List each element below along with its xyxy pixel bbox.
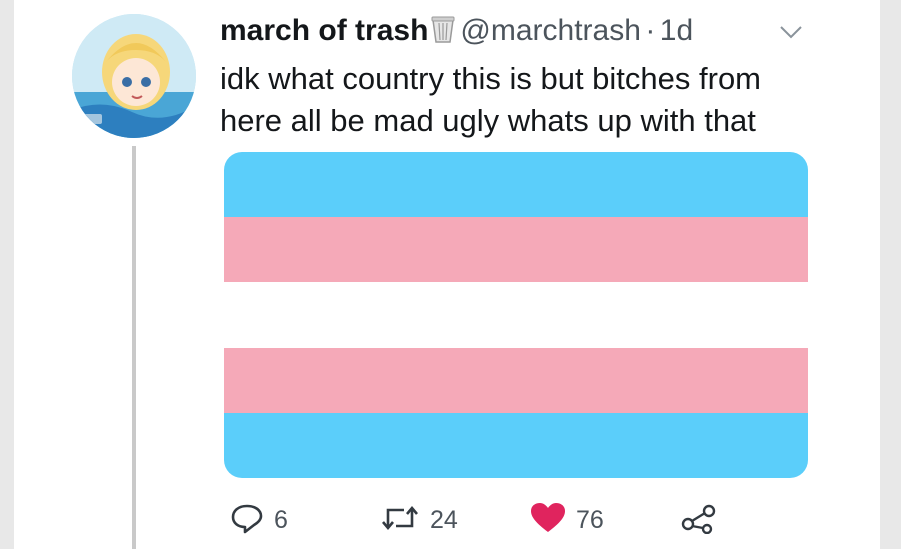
tweet-text: idk what country this is but bitches fro…	[220, 58, 820, 142]
separator-dot: ·	[645, 14, 656, 47]
timestamp[interactable]: 1d	[660, 14, 693, 47]
tweet-card[interactable]: march of trash @marchtrash · 1d idk what…	[14, 0, 880, 549]
reply-icon	[230, 502, 264, 539]
media-stripe	[224, 347, 808, 413]
right-margin	[880, 0, 901, 549]
retweet-button[interactable]: 24	[380, 500, 458, 540]
avatar[interactable]	[72, 14, 196, 138]
left-margin	[0, 0, 14, 549]
media-stripe	[224, 217, 808, 283]
media-stripe	[224, 412, 808, 478]
media-stripe	[224, 282, 808, 348]
tweet-media[interactable]	[224, 152, 808, 478]
reply-button[interactable]: 6	[230, 500, 288, 540]
heart-icon	[530, 502, 566, 539]
display-name[interactable]: march of trash	[220, 14, 428, 47]
like-button[interactable]: 76	[530, 500, 604, 540]
share-button[interactable]	[680, 500, 718, 540]
share-icon	[680, 502, 718, 539]
tweet-header: march of trash @marchtrash · 1d	[220, 14, 693, 49]
reply-count: 6	[274, 505, 288, 534]
chevron-down-icon[interactable]	[778, 24, 804, 45]
retweet-icon	[380, 502, 420, 539]
avatar-image	[72, 14, 196, 138]
handle[interactable]: @marchtrash	[460, 14, 641, 47]
tweet-text-line: here all be mad ugly whats up with that	[220, 103, 756, 138]
like-count: 76	[576, 505, 604, 534]
media-stripe	[224, 152, 808, 218]
retweet-count: 24	[430, 505, 458, 534]
wastebasket-icon	[430, 14, 456, 49]
tweet-text-line: idk what country this is but bitches fro…	[220, 61, 762, 96]
thread-line	[132, 146, 136, 549]
